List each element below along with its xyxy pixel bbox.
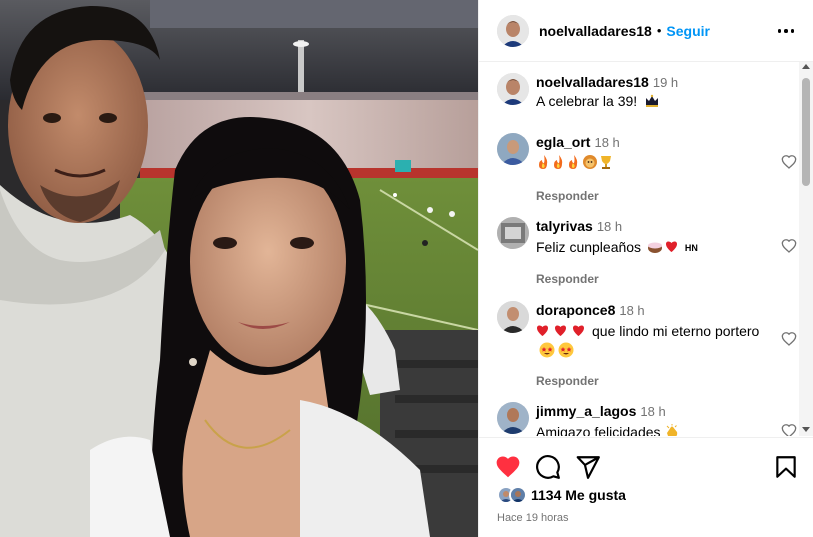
caption-username[interactable]: noelvalladares18 <box>536 74 649 90</box>
follow-button[interactable]: Seguir <box>666 23 710 39</box>
comment-suffix-text: HN <box>684 243 698 253</box>
comment-time: 18 h <box>640 404 666 419</box>
liked-heart-icon[interactable] <box>495 454 521 480</box>
comment-time: 18 h <box>594 135 620 150</box>
comment-avatar-image <box>497 217 529 249</box>
caption-avatar[interactable] <box>497 73 529 105</box>
comment-avatar[interactable] <box>497 301 529 333</box>
comment-icon[interactable] <box>535 454 561 480</box>
scroll-down-arrow-icon[interactable] <box>802 427 810 432</box>
post-side-panel: noelvalladares18 • Seguir noelvalladares… <box>478 0 813 537</box>
caption-avatar-image <box>497 73 529 105</box>
scrollbar-thumb[interactable] <box>802 78 810 186</box>
author-avatar-image <box>497 14 529 47</box>
red-hearts-emoji-icon <box>537 325 584 336</box>
liker-avatar-image <box>511 488 525 502</box>
likes-count[interactable]: 1134 Me gusta <box>531 487 626 503</box>
comment-avatar[interactable] <box>497 217 529 249</box>
fire-lion-trophy-emoji-icon <box>539 155 611 169</box>
comment-text: Feliz cunpleaños <box>536 239 642 255</box>
post-timestamp: Hace 19 horas <box>497 512 569 524</box>
comment-avatar-image <box>497 133 529 165</box>
comment-username[interactable]: doraponce8 <box>536 302 615 318</box>
caption-text: A celebrar la 39! <box>536 93 638 109</box>
comments-scrollbar[interactable] <box>799 62 813 436</box>
like-comment-heart-icon[interactable] <box>781 331 797 347</box>
cake-heart-emoji-icon <box>647 241 677 253</box>
comment-text: Amigazo felicidades <box>536 424 661 436</box>
comment-username[interactable]: jimmy_a_lagos <box>536 403 636 419</box>
likes-summary[interactable]: 1134 Me gusta <box>497 486 626 504</box>
comments-list[interactable]: noelvalladares1819 h A celebrar la 39! <box>479 62 813 436</box>
save-bookmark-icon[interactable] <box>773 454 799 480</box>
comment-username[interactable]: egla_ort <box>536 134 590 150</box>
comment-username[interactable]: talyrivas <box>536 218 593 234</box>
star-struck-emoji-icon <box>539 342 574 358</box>
post-header: noelvalladares18 • Seguir <box>479 0 813 62</box>
post-photo-image <box>0 0 478 537</box>
like-comment-heart-icon[interactable] <box>781 154 797 170</box>
caption-time: 19 h <box>652 75 679 90</box>
clapping-hands-emoji-icon <box>667 424 678 436</box>
comment-avatar[interactable] <box>497 402 529 434</box>
author-avatar[interactable] <box>497 14 529 47</box>
liker-avatar <box>509 486 527 504</box>
like-comment-heart-icon[interactable] <box>781 238 797 254</box>
comment-avatar-image <box>497 402 529 434</box>
post-actions: 1134 Me gusta Hace 19 horas <box>479 437 813 537</box>
share-icon[interactable] <box>575 454 601 480</box>
author-username[interactable]: noelvalladares18 <box>539 23 652 39</box>
post-photo[interactable] <box>0 0 478 537</box>
comment-avatar-image <box>497 301 529 333</box>
more-options-icon[interactable] <box>777 22 795 40</box>
like-comment-heart-icon[interactable] <box>781 423 797 436</box>
scroll-up-arrow-icon[interactable] <box>802 64 810 69</box>
crown-emoji-icon <box>646 94 659 107</box>
separator-dot: • <box>656 23 662 38</box>
reply-button[interactable]: Responder <box>536 272 764 286</box>
comment-time: 18 h <box>619 303 645 318</box>
comment-text: que lindo mi eterno portero <box>592 323 760 339</box>
reply-button[interactable]: Responder <box>536 189 764 203</box>
comment-avatar[interactable] <box>497 133 529 165</box>
reply-button[interactable]: Responder <box>536 374 764 388</box>
comment-time: 18 h <box>596 219 623 234</box>
